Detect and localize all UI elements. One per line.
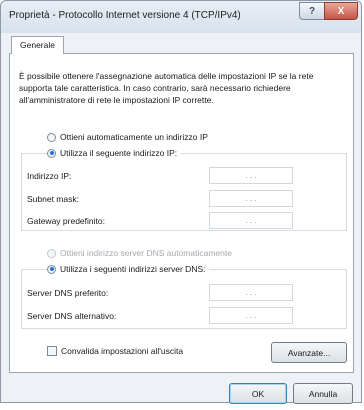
radio-auto-dns-indicator: [47, 248, 56, 258]
alternate-dns-input[interactable]: . . .: [209, 307, 293, 324]
close-button[interactable]: X: [324, 2, 358, 20]
gateway-input[interactable]: . . .: [209, 212, 293, 229]
dialog-window: Proprietà - Protocollo Internet versione…: [0, 0, 362, 404]
radio-auto-ip-label: Ottieni automaticamente un indirizzo IP: [60, 132, 208, 142]
title-bar[interactable]: Proprietà - Protocollo Internet versione…: [1, 1, 361, 33]
subnet-mask-input[interactable]: . . .: [209, 190, 293, 207]
radio-manual-dns-indicator: [47, 264, 56, 274]
radio-manual-ip-label: Utilizza il seguente indirizzo IP:: [60, 148, 178, 158]
validate-checkbox-label: Convalida impostazioni all'uscita: [61, 346, 184, 356]
validate-checkbox-box: [47, 346, 57, 356]
description-text: È possibile ottenere l'assegnazione auto…: [19, 71, 314, 105]
radio-manual-ip[interactable]: Utilizza il seguente indirizzo IP:: [47, 148, 181, 158]
alternate-dns-value: . . .: [245, 311, 257, 320]
cancel-button[interactable]: Annulla: [293, 383, 353, 404]
close-icon: X: [337, 5, 345, 17]
alternate-dns-label: Server DNS alternativo:: [27, 311, 117, 321]
radio-auto-ip[interactable]: Ottieni automaticamente un indirizzo IP: [47, 132, 208, 142]
tab-generale[interactable]: Generale: [11, 36, 64, 54]
radio-auto-dns-label: Ottieni indirizzo server DNS automaticam…: [60, 248, 232, 258]
radio-manual-dns-label: Utilizza i seguenti indirizzi server DNS…: [60, 264, 206, 274]
subnet-mask-label: Subnet mask:: [27, 194, 79, 204]
radio-auto-dns[interactable]: Ottieni indirizzo server DNS automaticam…: [47, 248, 232, 258]
window-title: Proprietà - Protocollo Internet versione…: [9, 10, 241, 21]
radio-manual-ip-indicator: [47, 148, 56, 158]
help-icon: ?: [308, 5, 316, 17]
ip-address-label: Indirizzo IP:: [27, 171, 72, 181]
preferred-dns-input[interactable]: . . .: [209, 284, 293, 301]
preferred-dns-label: Server DNS preferito:: [27, 288, 109, 298]
gateway-value: . . .: [245, 216, 257, 225]
help-button[interactable]: ?: [299, 2, 325, 20]
ip-address-input[interactable]: . . .: [209, 167, 293, 184]
gateway-label: Gateway predefinito:: [27, 216, 105, 226]
validate-settings-checkbox[interactable]: Convalida impostazioni all'uscita: [47, 346, 183, 356]
ip-address-value: . . .: [245, 171, 257, 180]
preferred-dns-value: . . .: [245, 288, 257, 297]
subnet-mask-value: . . .: [245, 194, 257, 203]
radio-auto-ip-indicator: [47, 132, 56, 142]
advanced-button[interactable]: Avanzate...: [271, 342, 347, 363]
radio-manual-dns[interactable]: Utilizza i seguenti indirizzi server DNS…: [47, 264, 209, 274]
ok-button[interactable]: OK: [229, 383, 287, 404]
